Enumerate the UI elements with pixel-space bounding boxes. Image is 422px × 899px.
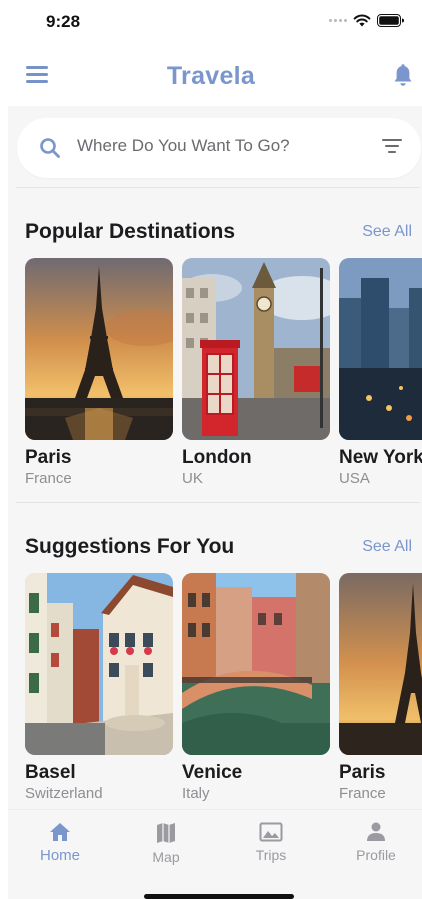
- tab-label: Trips: [255, 847, 287, 863]
- wifi-icon: [353, 14, 371, 27]
- paris-photo: [25, 258, 173, 440]
- status-bar: 9:28: [0, 0, 422, 46]
- image-icon: [259, 822, 283, 842]
- app-header: Travela: [0, 54, 422, 100]
- tab-home[interactable]: Home: [15, 822, 105, 864]
- card-country: Italy: [182, 785, 210, 802]
- card-country: France: [339, 785, 386, 802]
- card-country: USA: [339, 470, 370, 487]
- basel-photo: [25, 573, 173, 755]
- card-country: UK: [182, 470, 203, 487]
- card-name: Venice: [182, 762, 243, 783]
- suggestion-card-venice[interactable]: Venice Italy: [182, 573, 330, 802]
- card-name: London: [182, 447, 252, 468]
- section-title-popular-destinations: Popular Destinations: [25, 220, 236, 243]
- card-country: France: [25, 470, 72, 487]
- battery-icon: [377, 14, 404, 27]
- search-bar[interactable]: Where Do You Want To Go?: [17, 118, 421, 178]
- destination-card-london[interactable]: London UK: [182, 258, 330, 487]
- divider: [16, 502, 420, 503]
- bell-icon[interactable]: [392, 64, 414, 88]
- see-all-popular-button[interactable]: See All: [362, 223, 412, 241]
- tab-label: Profile: [356, 847, 396, 863]
- tab-label: Map: [152, 849, 180, 865]
- search-input[interactable]: Where Do You Want To Go?: [77, 136, 290, 156]
- paris-photo: [339, 573, 422, 755]
- home-indicator: [144, 894, 294, 899]
- filter-icon[interactable]: [381, 139, 403, 157]
- tab-label: Home: [39, 847, 80, 864]
- status-icons: [329, 14, 404, 27]
- divider: [16, 187, 420, 188]
- main-content: Where Do You Want To Go? Popular Destina…: [8, 106, 422, 809]
- suggestion-card-basel[interactable]: Basel Switzerland: [25, 573, 173, 802]
- new-york-photo: [339, 258, 422, 440]
- suggestion-card-paris[interactable]: Paris France: [339, 573, 422, 802]
- card-name: Paris: [339, 762, 386, 783]
- destination-card-paris[interactable]: Paris France: [25, 258, 173, 487]
- popular-destinations-list[interactable]: Paris France London UK New York USA: [25, 258, 422, 493]
- tab-trips[interactable]: Trips: [226, 822, 316, 863]
- section-title-suggestions: Suggestions For You: [25, 535, 235, 558]
- status-time: 9:28: [46, 12, 81, 31]
- card-name: Basel: [25, 762, 76, 783]
- map-icon: [157, 823, 175, 843]
- destination-card-new-york[interactable]: New York USA: [339, 258, 422, 487]
- see-all-suggestions-button[interactable]: See All: [362, 538, 412, 556]
- search-icon: [40, 138, 60, 158]
- card-name: Paris: [25, 447, 72, 468]
- suggestions-list[interactable]: Basel Switzerland Venice Italy Paris Fra…: [25, 573, 422, 808]
- tab-bar: Home Map Trips Profile: [8, 809, 422, 899]
- venice-photo: [182, 573, 330, 755]
- app-title: Travela: [166, 62, 256, 90]
- person-icon: [367, 822, 385, 841]
- card-country: Switzerland: [25, 785, 103, 802]
- tab-map[interactable]: Map: [121, 822, 211, 865]
- home-icon: [50, 823, 70, 841]
- london-photo: [182, 258, 330, 440]
- cellular-signal-icon: [329, 19, 347, 22]
- card-name: New York: [339, 447, 422, 468]
- tab-profile[interactable]: Profile: [331, 822, 421, 863]
